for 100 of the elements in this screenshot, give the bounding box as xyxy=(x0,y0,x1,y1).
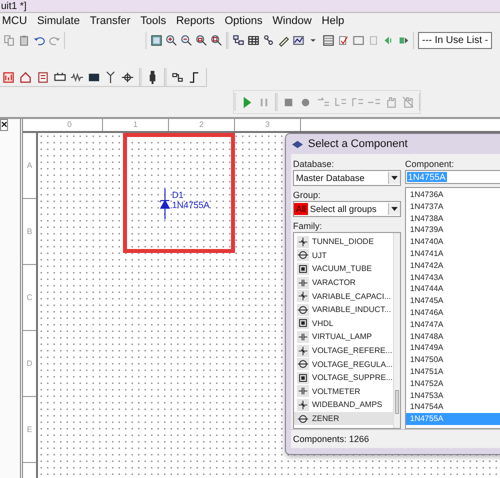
family-item[interactable]: WIDEBAND_AMPS xyxy=(294,398,393,412)
spreadsheet-icon[interactable] xyxy=(322,34,335,46)
component-symbol-icon xyxy=(297,262,309,275)
ruler-label: A xyxy=(23,133,36,199)
field-label: Family: xyxy=(293,220,323,232)
graph-icon[interactable] xyxy=(292,34,305,46)
hierarchy-icon[interactable] xyxy=(232,34,245,46)
table-icon[interactable] xyxy=(247,34,260,46)
component-item[interactable]: 1N4745A xyxy=(406,295,500,307)
component-item[interactable]: 1N4750A xyxy=(406,354,500,366)
zoom-out-icon[interactable] xyxy=(180,34,193,46)
family-item[interactable]: VARACTOR xyxy=(294,276,393,290)
field-label: Database: xyxy=(293,158,336,170)
menu-item[interactable]: Simulate xyxy=(37,15,80,27)
family-item[interactable]: VARIABLE_INDUCT... xyxy=(294,302,393,317)
battery-icon[interactable] xyxy=(53,70,67,84)
component-item[interactable]: 1N4747A xyxy=(406,318,500,331)
zoom-fit-icon[interactable] xyxy=(210,34,223,46)
component-symbol-icon xyxy=(297,317,309,330)
full-screen-icon[interactable] xyxy=(150,34,163,46)
diamond-icon xyxy=(291,140,304,148)
ruler-label: C xyxy=(23,265,36,331)
ruler-label: B xyxy=(23,199,36,265)
component-symbol-icon xyxy=(297,385,309,398)
field-label: Component: xyxy=(405,158,456,170)
meter-icon[interactable] xyxy=(2,70,16,84)
circuit-symbol-icon[interactable] xyxy=(121,70,135,84)
caret-icon xyxy=(391,176,398,180)
component-item[interactable]: 1N4738A xyxy=(406,212,500,224)
family-item[interactable]: VHDL xyxy=(294,316,393,330)
field-label: Group: xyxy=(293,189,322,201)
ruler-label: 1 xyxy=(103,119,169,131)
family-item[interactable]: VACUUM_TUBE xyxy=(294,262,393,276)
menu-item[interactable]: Window xyxy=(272,15,312,27)
group-dropdown[interactable]: All Select all groups xyxy=(293,201,401,217)
check-icon[interactable] xyxy=(337,34,350,46)
house-icon[interactable] xyxy=(19,70,33,84)
component-symbol-icon xyxy=(297,276,309,289)
dialog-title: Select a Component xyxy=(308,138,408,150)
family-item[interactable]: UJT xyxy=(294,248,393,262)
menu-item[interactable]: Reports xyxy=(176,15,215,27)
zener-diode-symbol[interactable] xyxy=(159,187,171,221)
component-item[interactable]: 1N4754A xyxy=(406,401,500,414)
menu-item[interactable]: Transfer xyxy=(90,15,130,27)
list-icon[interactable] xyxy=(36,70,50,84)
component-symbol-icon xyxy=(297,236,309,248)
waveform-icon[interactable] xyxy=(70,70,84,84)
component-item[interactable]: 1N4748A xyxy=(406,330,500,342)
menu-item[interactable]: Tools xyxy=(140,15,166,27)
component-item[interactable]: 1N4746A xyxy=(406,306,500,319)
connector-icon[interactable] xyxy=(171,70,185,84)
component-symbol-icon xyxy=(297,398,309,411)
window-title: uit1 *] xyxy=(0,1,27,12)
component-symbol-icon xyxy=(297,304,309,316)
scrollbar[interactable] xyxy=(392,233,400,428)
family-item[interactable]: VOLTAGE_SUPPRE... xyxy=(294,370,393,385)
component-item[interactable]: 1N4740A xyxy=(406,236,500,248)
component-item[interactable]: 1N4742A xyxy=(406,260,500,272)
in-use-list-dropdown[interactable]: --- In Use List - xyxy=(418,32,492,48)
component-item[interactable]: 1N4753A xyxy=(406,390,500,402)
component-item[interactable]: 1N4737A xyxy=(406,200,500,213)
family-item[interactable]: VOLTMETER xyxy=(294,384,393,398)
dashed-frame-icon[interactable] xyxy=(352,34,365,46)
component-item[interactable]: 1N4751A xyxy=(406,366,500,378)
component-symbol-icon xyxy=(297,412,309,425)
component-item[interactable]: 1N4741A xyxy=(406,248,500,260)
component-item[interactable]: 1N4736A xyxy=(406,189,500,201)
component-item[interactable]: 1N4749A xyxy=(406,342,500,354)
component-symbol-icon xyxy=(297,344,309,357)
component-symbol-icon xyxy=(297,290,309,302)
component-item[interactable]: 1N4752A xyxy=(406,378,500,390)
family-item[interactable]: VIRTUAL_LAMP xyxy=(294,330,393,344)
ruler-label: 0 xyxy=(37,119,103,131)
menu-item[interactable]: Options xyxy=(224,15,263,27)
paste-icon[interactable] xyxy=(18,34,31,46)
family-item[interactable]: ZENER xyxy=(294,412,393,426)
family-item[interactable]: TUNNEL_DIODE xyxy=(294,235,393,249)
ruler-label: 2 xyxy=(169,119,235,131)
ruler-label: E xyxy=(23,397,36,463)
component-item[interactable]: 1N4739A xyxy=(406,224,500,236)
zoom-area-icon[interactable] xyxy=(195,34,208,46)
component-symbol-icon xyxy=(297,330,309,343)
caret-icon xyxy=(391,207,398,211)
database-dropdown[interactable]: Master Database xyxy=(293,170,401,186)
component-count: Components: 1266 xyxy=(293,434,370,444)
ruler-label: D xyxy=(23,331,36,397)
component-symbol-icon xyxy=(297,358,309,370)
nodes-icon[interactable] xyxy=(262,34,275,46)
menu-item[interactable]: MCU xyxy=(2,15,28,27)
menu-item[interactable]: Help xyxy=(322,15,344,27)
zoom-in-icon[interactable] xyxy=(165,34,178,46)
ruler-label: 3 xyxy=(235,119,301,131)
family-item[interactable]: VOLTAGE_REGULA... xyxy=(294,357,393,371)
component-reference: D1 xyxy=(172,190,185,200)
family-item[interactable]: VARIABLE_CAPACI... xyxy=(294,289,393,303)
component-symbol-icon xyxy=(297,249,309,262)
close-button[interactable]: × xyxy=(0,119,8,131)
component-item[interactable]: 1N4744A xyxy=(406,283,500,296)
family-item[interactable]: VOLTAGE_REFERE... xyxy=(294,344,393,358)
component-item[interactable]: 1N4743A xyxy=(406,272,500,284)
